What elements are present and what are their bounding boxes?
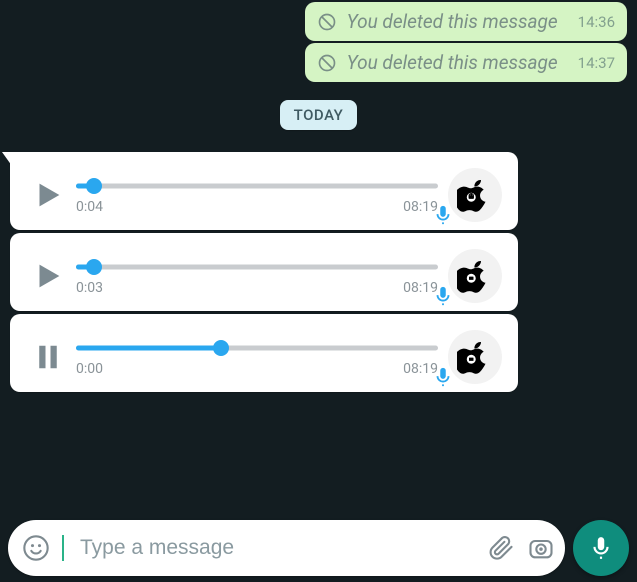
- microphone-icon: [432, 285, 454, 307]
- message-input[interactable]: [78, 535, 475, 561]
- apple-android-icon: [457, 339, 493, 375]
- audio-slider[interactable]: [76, 338, 438, 358]
- camera-icon[interactable]: [527, 534, 555, 562]
- voice-record-button[interactable]: [573, 520, 629, 576]
- sender-avatar[interactable]: [448, 249, 502, 303]
- message-input-pill[interactable]: [8, 520, 565, 576]
- date-separator-row: TODAY: [10, 100, 627, 130]
- deleted-message-text: You deleted this message: [347, 10, 558, 33]
- sender-avatar-area: [446, 166, 504, 224]
- pause-button[interactable]: [28, 342, 68, 372]
- microphone-icon: [588, 535, 614, 561]
- chat-area: You deleted this message 14:36 You delet…: [0, 2, 637, 392]
- microphone-icon: [432, 204, 454, 226]
- audio-current-time: 0:04: [76, 199, 103, 215]
- prohibited-icon: [317, 53, 337, 73]
- message-row-outgoing: You deleted this message 14:36: [10, 2, 627, 41]
- audio-slider[interactable]: [76, 257, 438, 277]
- date-separator: TODAY: [280, 100, 358, 130]
- message-timestamp: 14:36: [578, 13, 615, 31]
- composer: [8, 520, 629, 576]
- deleted-message-bubble[interactable]: You deleted this message 14:37: [305, 43, 627, 82]
- sender-avatar-area: [446, 328, 504, 386]
- voice-message-bubble[interactable]: 0:03 08:19: [10, 233, 518, 311]
- deleted-message-bubble[interactable]: You deleted this message 14:36: [305, 2, 627, 41]
- message-row-incoming: 0:03 08:19: [10, 233, 627, 311]
- microphone-icon: [432, 366, 454, 388]
- pause-icon: [33, 342, 63, 372]
- emoji-icon[interactable]: [22, 534, 50, 562]
- message-row-incoming: 0:00 08:19: [10, 314, 627, 392]
- audio-track-area: 0:04 08:19: [76, 176, 438, 215]
- deleted-message-text: You deleted this message: [347, 51, 558, 74]
- audio-track-area: 0:03 08:19: [76, 257, 438, 296]
- message-timestamp: 14:37: [578, 54, 615, 72]
- text-caret: [62, 535, 64, 561]
- audio-slider[interactable]: [76, 176, 438, 196]
- attachment-icon[interactable]: [487, 534, 515, 562]
- play-button[interactable]: [28, 259, 68, 293]
- audio-track-area: 0:00 08:19: [76, 338, 438, 377]
- play-icon: [31, 259, 65, 293]
- play-button[interactable]: [28, 178, 68, 212]
- voice-message-bubble[interactable]: 0:04 08:19: [10, 152, 518, 230]
- sender-avatar[interactable]: [448, 168, 502, 222]
- audio-current-time: 0:00: [76, 361, 103, 377]
- message-row-outgoing: You deleted this message 14:37: [10, 43, 627, 82]
- apple-android-icon: [457, 258, 493, 294]
- prohibited-icon: [317, 12, 337, 32]
- voice-message-bubble[interactable]: 0:00 08:19: [10, 314, 518, 392]
- sender-avatar-area: [446, 247, 504, 305]
- play-icon: [31, 178, 65, 212]
- sender-avatar[interactable]: [448, 330, 502, 384]
- audio-current-time: 0:03: [76, 280, 103, 296]
- apple-android-icon: [457, 177, 493, 213]
- message-row-incoming: 0:04 08:19: [10, 152, 627, 230]
